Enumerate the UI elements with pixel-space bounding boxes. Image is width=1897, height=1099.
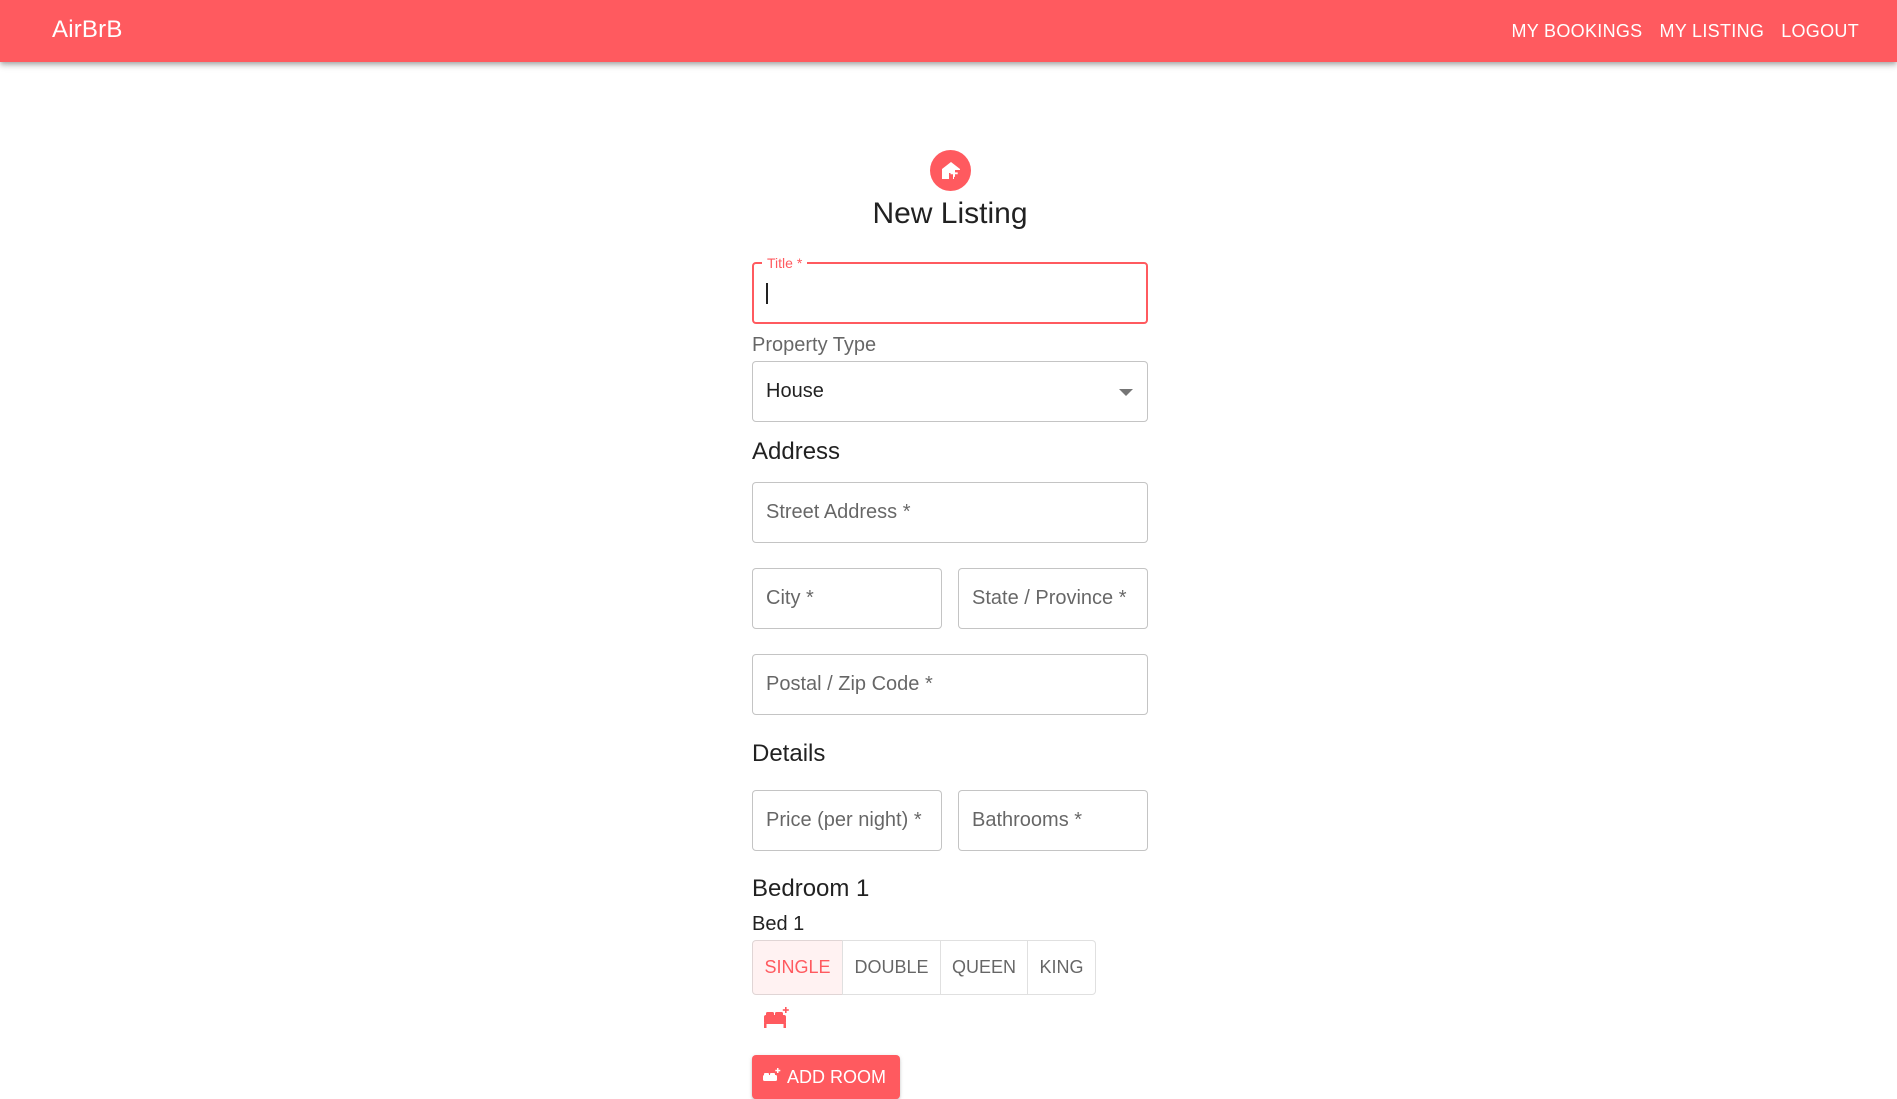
street-address-input[interactable]: Street Address * xyxy=(752,482,1148,543)
bed-label: Bed 1 xyxy=(752,913,805,935)
property-type-label: Property Type xyxy=(752,334,877,356)
state-province-input[interactable]: State / Province * xyxy=(958,568,1148,629)
dropdown-arrow-icon xyxy=(1119,389,1133,396)
bathrooms-placeholder: Bathrooms * xyxy=(972,809,1083,831)
postal-code-placeholder: Postal / Zip Code * xyxy=(766,673,933,695)
my-bookings-link[interactable]: MY BOOKINGS xyxy=(1503,15,1650,48)
details-heading: Details xyxy=(752,740,826,767)
property-type-value: House xyxy=(766,380,824,402)
app-bar: AirBrB MY BOOKINGS MY LISTING LOGOUT xyxy=(0,0,1897,62)
title-label: Title * xyxy=(762,255,808,271)
brand-logo[interactable]: AirBrB xyxy=(52,16,123,44)
postal-code-input[interactable]: Postal / Zip Code * xyxy=(752,654,1148,715)
bed-type-king[interactable]: KING xyxy=(1027,940,1096,995)
my-listing-link[interactable]: MY LISTING xyxy=(1651,15,1772,48)
state-province-placeholder: State / Province * xyxy=(972,587,1127,609)
add-room-label: ADD ROOM xyxy=(787,1066,886,1087)
add-bed-button[interactable] xyxy=(756,999,796,1039)
nav-menu: MY BOOKINGS MY LISTING LOGOUT xyxy=(1502,0,1867,62)
bed-type-toggle-group: SINGLE DOUBLE QUEEN KING xyxy=(752,940,1096,995)
page-title: New Listing xyxy=(872,197,1028,230)
property-type-select[interactable]: House xyxy=(752,361,1148,422)
bed-type-single[interactable]: SINGLE xyxy=(752,940,843,995)
city-input[interactable]: City * xyxy=(752,568,942,629)
bed-type-double[interactable]: DOUBLE xyxy=(842,940,941,995)
city-placeholder: City * xyxy=(766,587,814,609)
bed-type-queen[interactable]: QUEEN xyxy=(940,940,1028,995)
add-room-icon xyxy=(763,1068,781,1081)
price-placeholder: Price (per night) * xyxy=(766,809,922,831)
add-bed-icon xyxy=(764,1007,789,1028)
address-heading: Address xyxy=(752,438,841,465)
bedroom-heading: Bedroom 1 xyxy=(752,875,870,902)
add-home-icon xyxy=(930,150,971,191)
text-caret xyxy=(766,283,768,304)
add-room-button[interactable]: ADD ROOM xyxy=(752,1055,900,1099)
price-input[interactable]: Price (per night) * xyxy=(752,790,942,851)
street-address-placeholder: Street Address * xyxy=(766,501,911,523)
bathrooms-input[interactable]: Bathrooms * xyxy=(958,790,1148,851)
title-input[interactable]: Title * xyxy=(752,255,1148,324)
logout-link[interactable]: LOGOUT xyxy=(1773,15,1867,48)
